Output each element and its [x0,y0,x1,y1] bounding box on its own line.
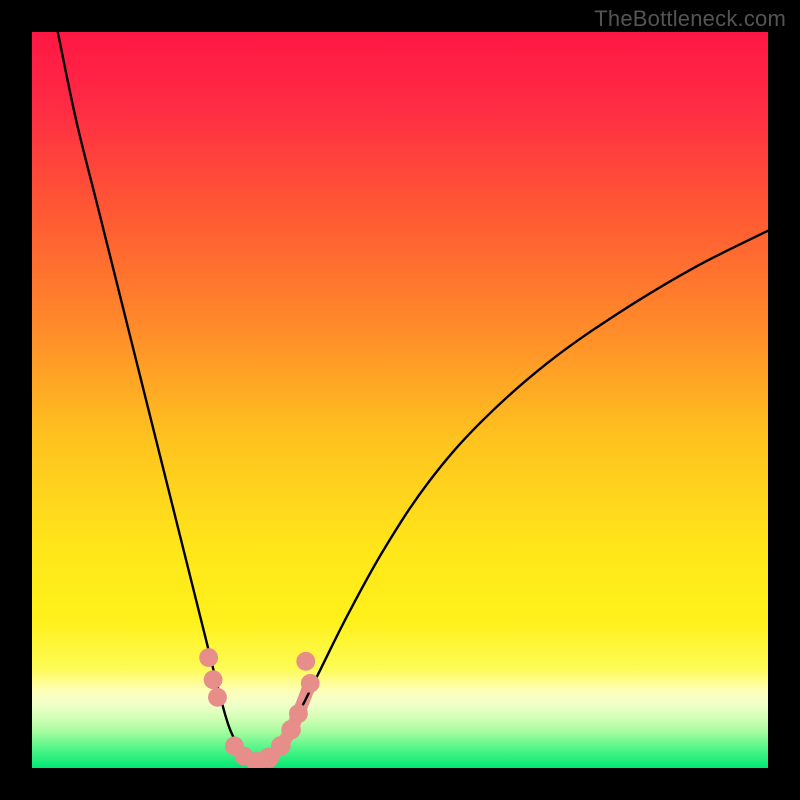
watermark-text: TheBottleneck.com [594,6,786,32]
background-gradient [32,32,768,768]
plot-area [32,32,768,768]
chart-frame: TheBottleneck.com [0,0,800,800]
